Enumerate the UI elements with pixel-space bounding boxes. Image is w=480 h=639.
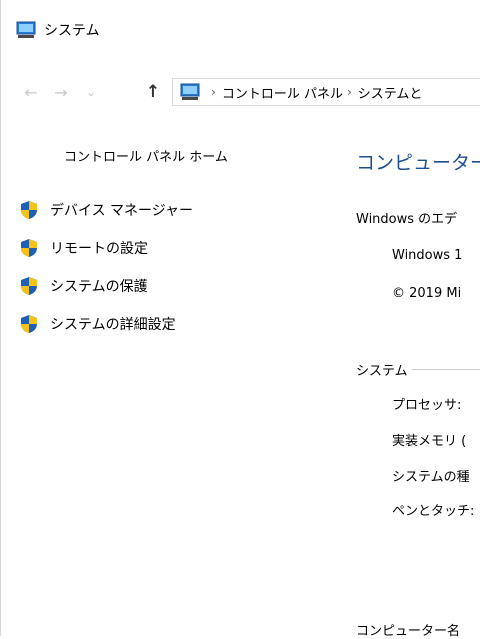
up-arrow-icon: ↑ [145, 82, 161, 102]
task-remote-settings[interactable]: リモートの設定 [20, 238, 193, 258]
uac-shield-icon [21, 201, 37, 219]
windows-edition-label: Windows のエデ [356, 212, 458, 227]
control-panel-home-link[interactable]: コントロール パネル ホーム [64, 146, 228, 165]
task-list: デバイス マネージャー リモートの設定 システムの保護 システムの詳細設定 [20, 200, 193, 352]
task-device-manager[interactable]: デバイス マネージャー [20, 200, 193, 220]
processor-label: プロセッサ: [392, 398, 462, 413]
section-title: システム [356, 364, 408, 379]
task-label: デバイス マネージャー [50, 203, 194, 219]
task-system-protection[interactable]: システムの保護 [20, 276, 193, 296]
breadcrumb-control-panel[interactable]: コントロール パネル [222, 83, 343, 102]
task-label: システムの詳細設定 [50, 317, 176, 333]
back-button[interactable]: ← [20, 81, 42, 103]
system-section-header: システム [356, 360, 480, 379]
window-title: システム [44, 23, 100, 39]
title-bar: システム [16, 18, 100, 42]
page-heading: コンピューター [356, 152, 480, 174]
chevron-down-icon: ⌄ [85, 85, 97, 99]
breadcrumb-separator-icon: › [211, 85, 216, 99]
address-bar[interactable]: › コントロール パネル › システムと [172, 78, 480, 106]
control-panel-icon [180, 83, 200, 100]
computer-name-section-header: コンピューター名 [356, 624, 461, 639]
copyright-text: © 2019 Mi [392, 286, 462, 301]
recent-locations-button[interactable]: ⌄ [82, 81, 100, 103]
uac-shield-icon [21, 239, 37, 257]
up-button[interactable]: ↑ [142, 81, 164, 103]
system-computer-icon [16, 21, 36, 38]
breadcrumb-system-security[interactable]: システムと [358, 83, 423, 102]
installed-memory-label: 実装メモリ ( [392, 434, 467, 449]
uac-shield-icon [21, 277, 37, 295]
back-arrow-icon: ← [24, 82, 38, 102]
pen-touch-label: ペンとタッチ: [392, 504, 475, 519]
forward-arrow-icon: → [54, 82, 68, 102]
task-label: システムの保護 [50, 279, 148, 295]
navigation-bar: ← → ⌄ ↑ › コントロール パネル › システムと [0, 78, 480, 106]
system-type-label: システムの種 [392, 470, 470, 485]
uac-shield-icon [21, 315, 37, 333]
task-label: リモートの設定 [50, 241, 148, 257]
windows-edition-name: Windows 1 [392, 248, 463, 263]
task-advanced-system-settings[interactable]: システムの詳細設定 [20, 314, 193, 334]
breadcrumb-separator-icon: › [346, 85, 352, 99]
forward-button[interactable]: → [50, 81, 72, 103]
section-divider [411, 369, 480, 370]
